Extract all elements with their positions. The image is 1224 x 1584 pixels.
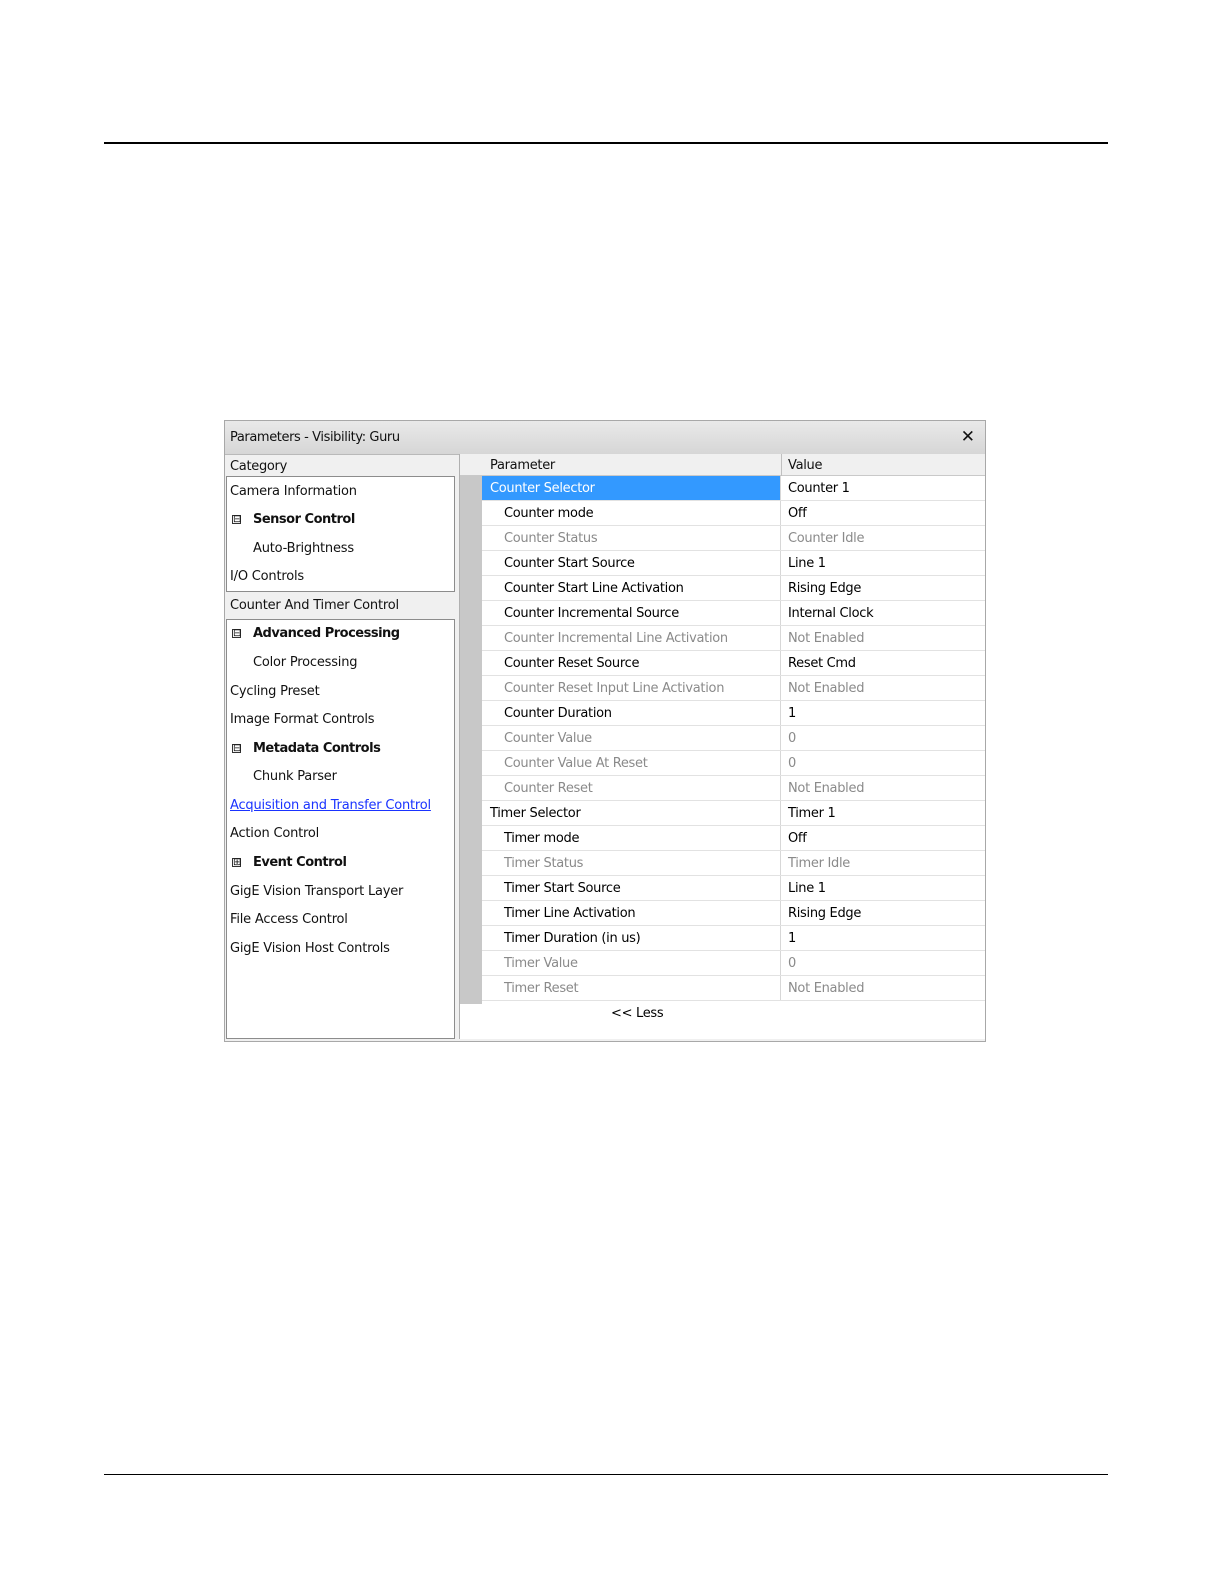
table-row[interactable]: Counter Incremental Source Internal Cloc… xyxy=(482,601,985,626)
parameter-name: Counter Selector xyxy=(490,481,595,496)
category-item-io-controls[interactable]: I/O Controls xyxy=(230,569,304,585)
category-item-advanced-processing[interactable]: Advanced Processing xyxy=(253,626,400,642)
parameter-value[interactable]: Line 1 xyxy=(788,881,826,896)
parameter-value: Not Enabled xyxy=(788,781,865,796)
parameter-grid: Parameter Value Counter Selector Counter… xyxy=(459,454,985,1039)
parameter-name: Counter Start Source xyxy=(504,556,635,571)
parameter-name: Counter Reset xyxy=(504,781,593,796)
parameter-name: Counter mode xyxy=(504,506,594,521)
column-header-value[interactable]: Value xyxy=(788,458,823,473)
parameter-value[interactable]: Line 1 xyxy=(788,556,826,571)
table-row[interactable]: Counter Reset Source Reset Cmd xyxy=(482,651,985,676)
category-item-file-access-control[interactable]: File Access Control xyxy=(230,912,348,928)
parameter-name: Counter Status xyxy=(504,531,598,546)
table-row[interactable]: Timer mode Off xyxy=(482,826,985,851)
close-icon[interactable]: ✕ xyxy=(961,426,975,448)
parameter-value: Timer Idle xyxy=(788,856,850,871)
table-row[interactable]: Counter Duration 1 xyxy=(482,701,985,726)
category-item-camera-information[interactable]: Camera Information xyxy=(230,484,357,500)
parameter-value[interactable]: Off xyxy=(788,506,807,521)
grid-gutter xyxy=(460,476,482,1004)
category-item-image-format-controls[interactable]: Image Format Controls xyxy=(230,712,375,728)
table-row[interactable]: Counter Selector Counter 1 xyxy=(482,476,985,501)
parameter-value: 0 xyxy=(788,756,796,771)
parameter-value: 0 xyxy=(788,731,796,746)
table-row[interactable]: Timer Duration (in us) 1 xyxy=(482,926,985,951)
top-rule xyxy=(104,142,1108,144)
expand-icon[interactable]: ⊞ xyxy=(232,858,241,868)
parameter-name: Timer Duration (in us) xyxy=(504,931,641,946)
table-row[interactable]: Timer Selector Timer 1 xyxy=(482,801,985,826)
parameter-name: Timer mode xyxy=(504,831,580,846)
category-item-auto-brightness[interactable]: Auto-Brightness xyxy=(253,541,354,557)
parameter-value: Not Enabled xyxy=(788,681,865,696)
parameter-value[interactable]: Timer 1 xyxy=(788,806,836,821)
parameter-rows: Counter Selector Counter 1 Counter mode … xyxy=(482,476,985,1001)
parameter-value[interactable]: Counter 1 xyxy=(788,481,850,496)
table-row[interactable]: Timer Line Activation Rising Edge xyxy=(482,901,985,926)
table-row[interactable]: Counter Reset Input Line Activation Not … xyxy=(482,676,985,701)
parameter-value[interactable]: 1 xyxy=(788,931,796,946)
parameter-name: Counter Incremental Line Activation xyxy=(504,631,728,646)
table-row[interactable]: Timer Value 0 xyxy=(482,951,985,976)
category-item-action-control[interactable]: Action Control xyxy=(230,826,319,842)
parameter-value: Counter Idle xyxy=(788,531,865,546)
collapse-icon[interactable]: ⊟ xyxy=(232,744,241,754)
category-item-gige-vision-transport-layer[interactable]: GigE Vision Transport Layer xyxy=(230,884,403,900)
table-row[interactable]: Timer Status Timer Idle xyxy=(482,851,985,876)
parameter-value: Not Enabled xyxy=(788,631,865,646)
table-row[interactable]: Counter Start Line Activation Rising Edg… xyxy=(482,576,985,601)
parameter-name: Counter Reset Source xyxy=(504,656,640,671)
table-row[interactable]: Counter Value 0 xyxy=(482,726,985,751)
parameter-value[interactable]: Off xyxy=(788,831,807,846)
table-row[interactable]: Timer Start Source Line 1 xyxy=(482,876,985,901)
category-item-event-control[interactable]: Event Control xyxy=(253,855,347,871)
parameter-name: Timer Start Source xyxy=(504,881,621,896)
parameter-value: 0 xyxy=(788,956,796,971)
parameter-name: Timer Reset xyxy=(504,981,579,996)
grid-header: Parameter Value xyxy=(460,454,985,476)
parameter-name: Timer Line Activation xyxy=(504,906,636,921)
parameter-name: Timer Selector xyxy=(490,806,581,821)
table-row[interactable]: Timer Reset Not Enabled xyxy=(482,976,985,1001)
parameter-name: Counter Incremental Source xyxy=(504,606,679,621)
collapse-icon[interactable]: ⊟ xyxy=(232,629,241,639)
parameter-value[interactable]: 1 xyxy=(788,706,796,721)
parameter-value[interactable]: Reset Cmd xyxy=(788,656,856,671)
bottom-rule xyxy=(104,1474,1108,1475)
parameter-value[interactable]: Internal Clock xyxy=(788,606,874,621)
parameter-name: Counter Start Line Activation xyxy=(504,581,684,596)
parameter-name: Counter Reset Input Line Activation xyxy=(504,681,725,696)
table-row[interactable]: Counter Incremental Line Activation Not … xyxy=(482,626,985,651)
parameter-name: Timer Value xyxy=(504,956,578,971)
column-divider[interactable] xyxy=(781,454,782,476)
table-row[interactable]: Counter Status Counter Idle xyxy=(482,526,985,551)
category-item-counter-and-timer-control[interactable]: Counter And Timer Control xyxy=(230,598,399,614)
column-header-parameter[interactable]: Parameter xyxy=(490,458,555,473)
title-bar[interactable]: Parameters - Visibility: Guru ✕ xyxy=(225,421,985,455)
parameter-name: Counter Duration xyxy=(504,706,612,721)
parameter-value[interactable]: Rising Edge xyxy=(788,581,861,596)
parameter-value[interactable]: Rising Edge xyxy=(788,906,861,921)
table-row[interactable]: Counter Reset Not Enabled xyxy=(482,776,985,801)
table-row[interactable]: Counter mode Off xyxy=(482,501,985,526)
window-title: Parameters - Visibility: Guru xyxy=(230,430,400,445)
category-item-sensor-control[interactable]: Sensor Control xyxy=(253,512,355,528)
parameter-value: Not Enabled xyxy=(788,981,865,996)
category-item-gige-vision-host-controls[interactable]: GigE Vision Host Controls xyxy=(230,941,390,957)
category-header: Category xyxy=(230,459,287,474)
category-item-color-processing[interactable]: Color Processing xyxy=(253,655,357,671)
less-button[interactable]: << Less xyxy=(611,1006,664,1021)
parameters-window: Parameters - Visibility: Guru ✕ Category… xyxy=(224,420,986,1042)
collapse-icon[interactable]: ⊟ xyxy=(232,515,241,525)
table-row[interactable]: Counter Value At Reset 0 xyxy=(482,751,985,776)
category-item-metadata-controls[interactable]: Metadata Controls xyxy=(253,741,381,757)
table-row[interactable]: Counter Start Source Line 1 xyxy=(482,551,985,576)
parameter-name: Counter Value At Reset xyxy=(504,756,648,771)
category-item-acquisition-and-transfer-control[interactable]: Acquisition and Transfer Control xyxy=(230,798,431,814)
parameter-name: Timer Status xyxy=(504,856,584,871)
category-item-cycling-preset[interactable]: Cycling Preset xyxy=(230,684,320,700)
category-item-chunk-parser[interactable]: Chunk Parser xyxy=(253,769,337,785)
parameter-name: Counter Value xyxy=(504,731,592,746)
